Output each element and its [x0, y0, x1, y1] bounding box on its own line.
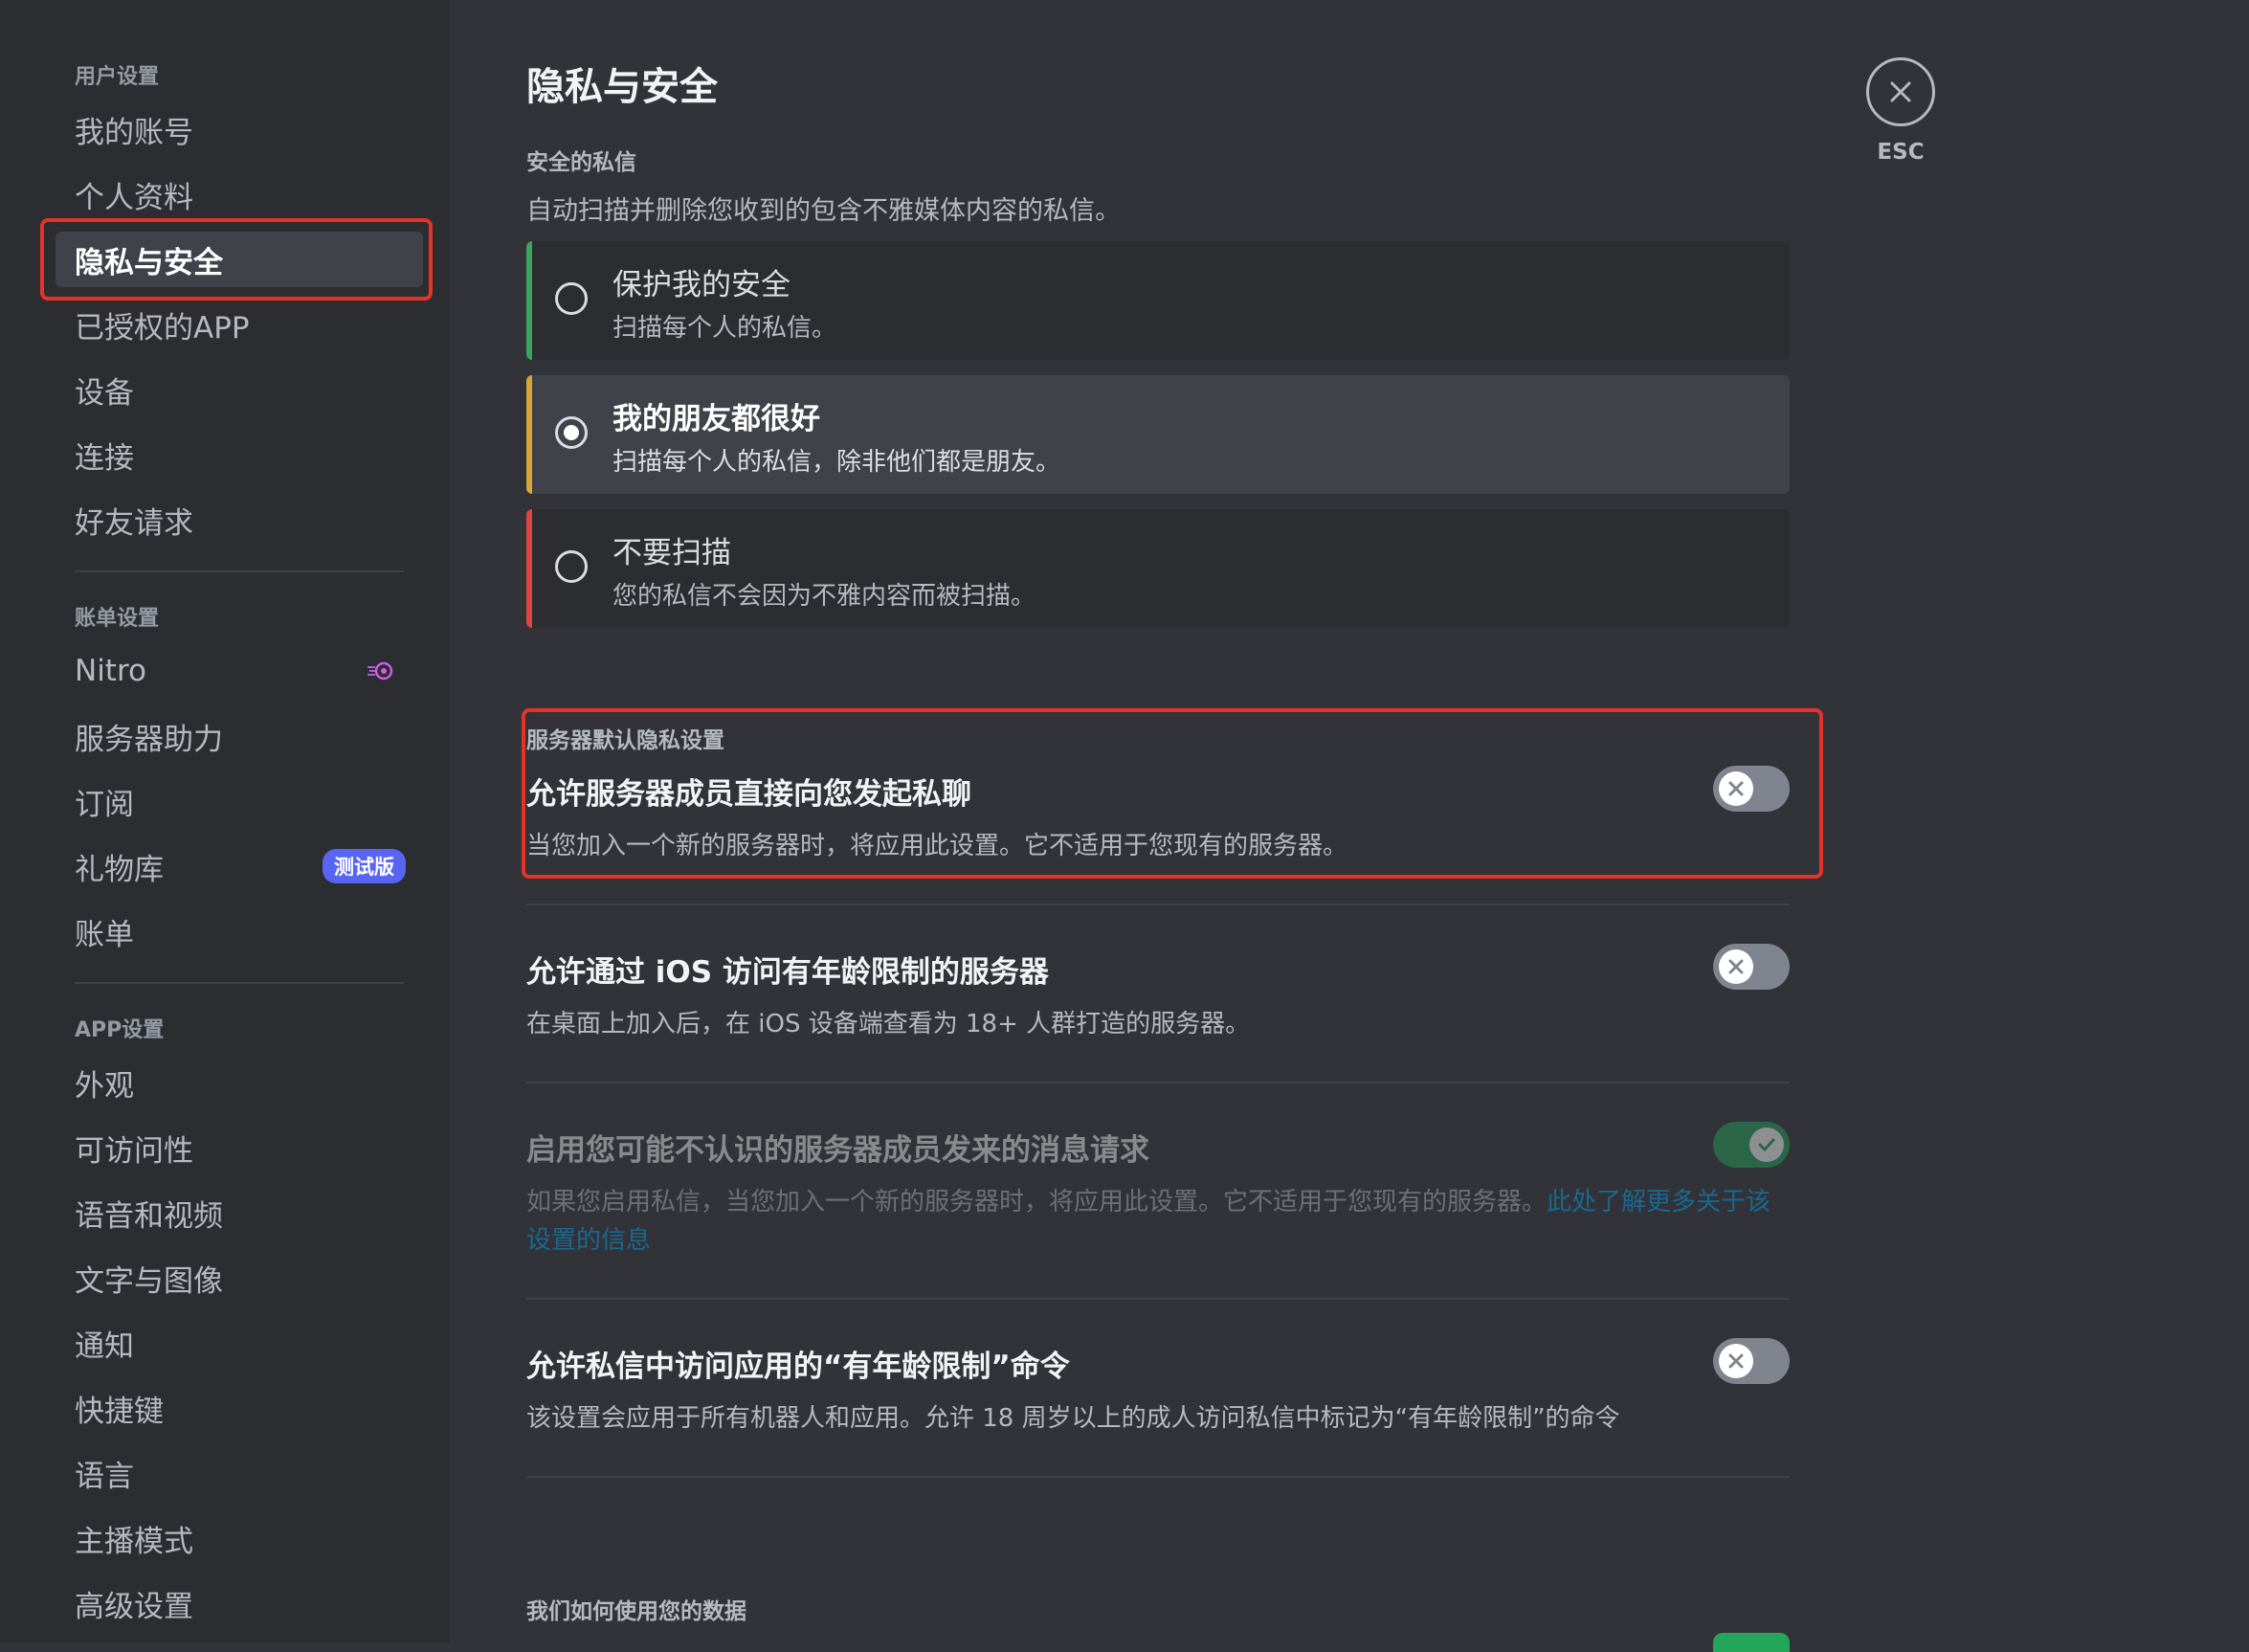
radio-option-title: 不要扫描 [612, 536, 731, 570]
safe-dm-header: 安全的私信 [526, 150, 636, 175]
billing-settings-header: 账单设置 [75, 607, 160, 631]
sidebar-item-privacy-safety[interactable]: 隐私与安全 [56, 232, 423, 287]
sidebar-item-friend-requests[interactable]: 好友请求 [56, 492, 423, 547]
close-button[interactable] [1866, 57, 1935, 126]
toggle-knob [1719, 771, 1753, 806]
radio-option-keep-me-safe[interactable]: 保护我的安全 扫描每个人的私信。 [526, 241, 1790, 360]
sidebar-item-notifications[interactable]: 通知 [56, 1315, 423, 1371]
server-privacy-header: 服务器默认隐私设置 [526, 728, 724, 753]
toggle-ios-age-restricted[interactable] [1713, 944, 1790, 990]
sidebar-item-billing[interactable]: 账单 [56, 904, 423, 959]
sidebar-item-devices[interactable]: 设备 [56, 362, 423, 417]
sidebar-item-subscriptions[interactable]: 订阅 [56, 773, 423, 829]
radio-option-subtitle: 扫描每个人的私信，除非他们都是朋友。 [612, 448, 1061, 477]
toggle-knob [1749, 1127, 1784, 1162]
sidebar-item-profile[interactable]: 个人资料 [56, 167, 423, 222]
divider [526, 1476, 1790, 1478]
sidebar-item-language[interactable]: 语言 [56, 1445, 423, 1501]
radio-button[interactable] [555, 282, 588, 315]
sidebar-item-authorized-apps[interactable]: 已授权的APP [56, 297, 423, 352]
sidebar-item-my-account[interactable]: 我的账号 [56, 101, 423, 157]
sidebar-item-nitro[interactable]: Nitro [56, 643, 423, 699]
app-settings-header: APP设置 [75, 1018, 165, 1042]
sidebar-item-keybinds[interactable]: 快捷键 [56, 1380, 423, 1436]
user-settings-header: 用户设置 [75, 65, 160, 89]
setting-title-message-requests: 启用您可能不认识的服务器成员发来的消息请求 [526, 1133, 1149, 1168]
page-title: 隐私与安全 [526, 65, 718, 109]
sidebar-item-gift-inventory[interactable]: 礼物库 测试版 [56, 838, 423, 894]
toggle-knob [1719, 949, 1753, 984]
radio-option-title: 我的朋友都很好 [612, 402, 820, 436]
toggle-knob [1719, 1344, 1753, 1378]
esc-label: ESC [1877, 140, 1925, 165]
sidebar-divider [75, 570, 404, 572]
setting-desc-ios-age-restricted: 在桌面上加入后，在 iOS 设备端查看为 18+ 人群打造的服务器。 [526, 1010, 1251, 1038]
sidebar-item-streamer-mode[interactable]: 主播模式 [56, 1510, 423, 1566]
sidebar-item-label: 礼物库 [75, 852, 164, 887]
radio-option-subtitle: 您的私信不会因为不雅内容而被扫描。 [612, 582, 1036, 611]
close-icon [1728, 781, 1744, 796]
radio-option-subtitle: 扫描每个人的私信。 [612, 314, 837, 343]
toggle-age-restricted-commands[interactable] [1713, 1338, 1790, 1384]
toggle-message-requests[interactable] [1713, 1122, 1790, 1168]
beta-badge: 测试版 [323, 849, 406, 883]
divider [526, 904, 1790, 905]
setting-desc-age-restricted-commands: 该设置会应用于所有机器人和应用。允许 18 周岁以上的成人访问私信中标记为“有年… [526, 1404, 1620, 1433]
divider [526, 1298, 1790, 1300]
toggle-allow-dms[interactable] [1713, 766, 1790, 812]
settings-sidebar: 用户设置 我的账号 个人资料 隐私与安全 已授权的APP 设备 连接 好友请求 … [0, 0, 450, 1642]
radio-option-do-not-scan[interactable]: 不要扫描 您的私信不会因为不雅内容而被扫描。 [526, 509, 1790, 628]
sidebar-item-connections[interactable]: 连接 [56, 427, 423, 482]
divider [526, 1082, 1790, 1083]
setting-desc-message-requests: 如果您启用私信，当您加入一个新的服务器时，将应用此设置。它不适用于您现有的服务器… [526, 1183, 1790, 1260]
toggle-partial[interactable] [1713, 1633, 1790, 1652]
sidebar-item-text-images[interactable]: 文字与图像 [56, 1250, 423, 1306]
check-icon [1758, 1138, 1775, 1152]
sidebar-item-voice-video[interactable]: 语音和视频 [56, 1185, 423, 1240]
close-icon [1890, 81, 1911, 102]
sidebar-item-label: Nitro [75, 654, 146, 688]
data-usage-header: 我们如何使用您的数据 [526, 1599, 746, 1624]
radio-option-title: 保护我的安全 [612, 268, 790, 302]
setting-desc-text: 如果您启用私信，当您加入一个新的服务器时，将应用此设置。它不适用于您现有的服务器… [526, 1188, 1548, 1217]
nitro-icon [367, 661, 393, 681]
setting-title-ios-age-restricted: 允许通过 iOS 访问有年龄限制的服务器 [526, 955, 1049, 990]
sidebar-item-advanced[interactable]: 高级设置 [56, 1575, 423, 1631]
setting-title-allow-dms: 允许服务器成员直接向您发起私聊 [526, 777, 971, 812]
sidebar-divider [75, 982, 404, 984]
radio-button-checked[interactable] [555, 416, 588, 449]
sidebar-item-appearance[interactable]: 外观 [56, 1055, 423, 1110]
sidebar-item-accessibility[interactable]: 可访问性 [56, 1120, 423, 1175]
sidebar-item-server-boost[interactable]: 服务器助力 [56, 708, 423, 764]
radio-button[interactable] [555, 550, 588, 583]
setting-title-age-restricted-commands: 允许私信中访问应用的“有年龄限制”命令 [526, 1350, 1070, 1384]
setting-desc-allow-dms: 当您加入一个新的服务器时，将应用此设置。它不适用于您现有的服务器。 [526, 832, 1348, 860]
radio-option-friends-are-nice[interactable]: 我的朋友都很好 扫描每个人的私信，除非他们都是朋友。 [526, 375, 1790, 494]
close-icon [1728, 1353, 1744, 1369]
close-icon [1728, 959, 1744, 974]
safe-dm-description: 自动扫描并删除您收到的包含不雅媒体内容的私信。 [526, 196, 1121, 226]
